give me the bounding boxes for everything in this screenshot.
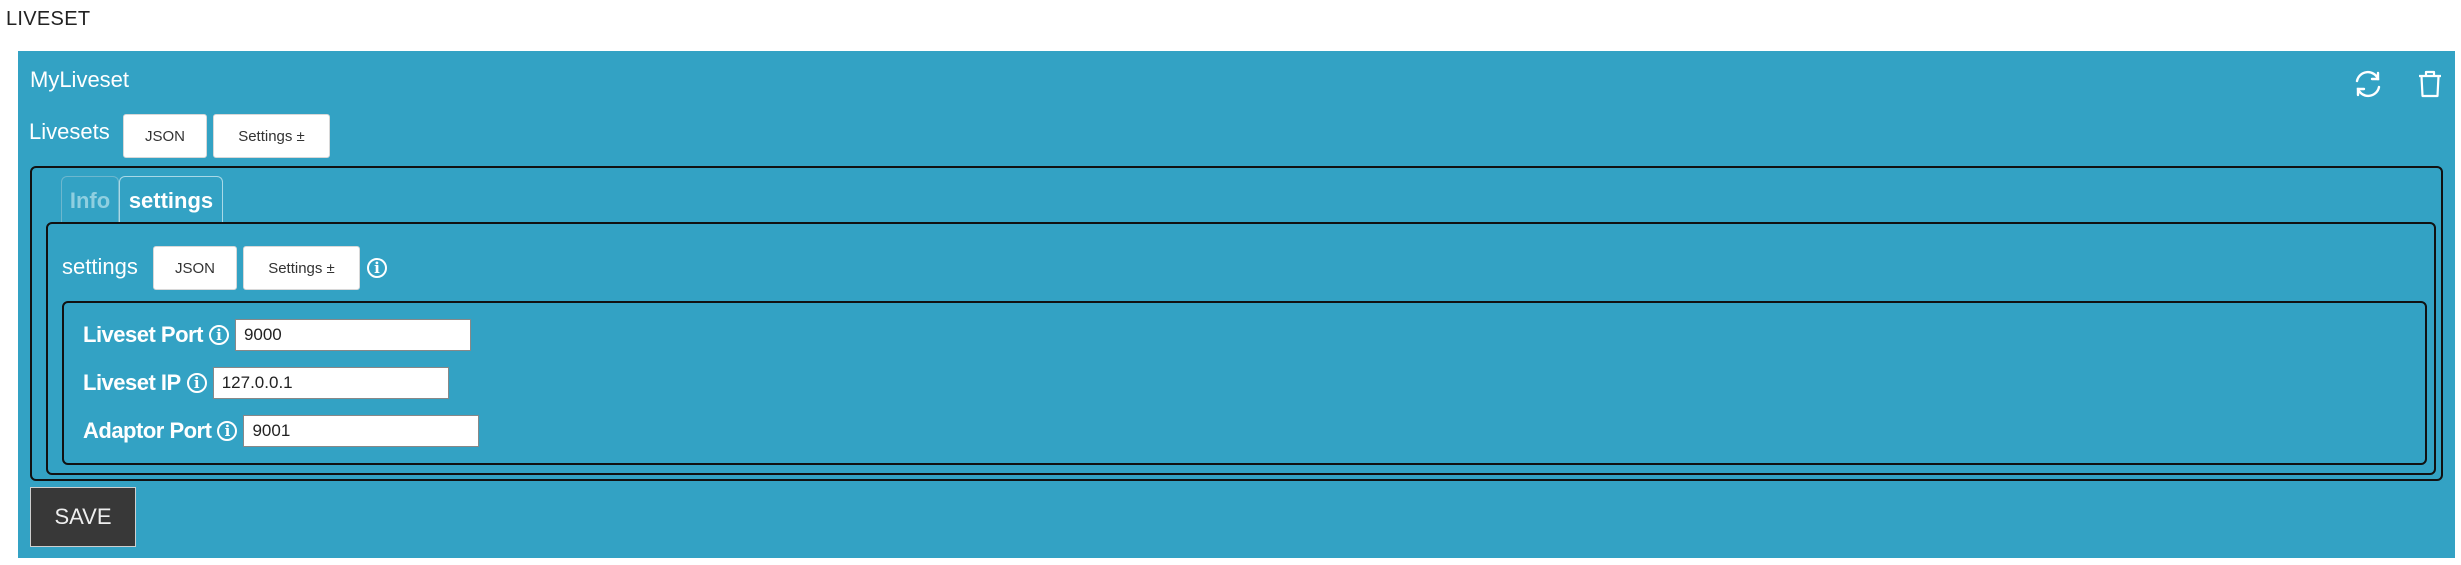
settings-section-label: settings — [62, 254, 138, 279]
page-title: LIVESET — [6, 8, 91, 30]
info-icon[interactable]: i — [208, 325, 229, 345]
field-label: Liveset IP — [83, 370, 181, 395]
field-row-adaptor-port: Adaptor Port i — [83, 415, 480, 447]
liveset-panel: MyLiveset Livesets JSON Settings ± Info … — [18, 51, 2455, 558]
info-icon[interactable]: i — [186, 373, 207, 393]
adaptor-port-input[interactable] — [243, 415, 480, 447]
settings-json-button[interactable]: JSON — [153, 246, 237, 290]
tab-settings[interactable]: settings — [119, 176, 223, 224]
livesets-label: Livesets — [29, 119, 110, 144]
liveset-ip-input[interactable] — [212, 367, 449, 399]
field-label: Adaptor Port — [83, 418, 212, 443]
livesets-settings-button[interactable]: Settings ± — [213, 114, 330, 158]
info-icon[interactable]: i — [217, 421, 238, 441]
settings-fields-box: Liveset Port i Liveset IP i Adaptor Port… — [62, 301, 2427, 465]
info-icon[interactable]: i — [367, 258, 387, 278]
liveset-name: MyLiveset — [30, 67, 130, 92]
refresh-icon — [2355, 70, 2381, 98]
liveset-content-box: Info settings settings JSON Settings ± i… — [30, 166, 2443, 481]
field-row-liveset-ip: Liveset IP i — [83, 367, 449, 399]
settings-tab-panel: settings JSON Settings ± i Liveset Port … — [46, 222, 2436, 475]
tab-info[interactable]: Info — [61, 176, 119, 224]
trash-icon — [2419, 70, 2441, 98]
refresh-button[interactable] — [2353, 70, 2383, 98]
field-label: Liveset Port — [83, 322, 203, 347]
livesets-json-button[interactable]: JSON — [123, 114, 207, 158]
liveset-port-input[interactable] — [234, 319, 471, 351]
field-row-liveset-port: Liveset Port i — [83, 319, 471, 351]
save-button[interactable]: SAVE — [30, 487, 136, 547]
settings-settings-button[interactable]: Settings ± — [243, 246, 360, 290]
delete-button[interactable] — [2418, 70, 2442, 98]
